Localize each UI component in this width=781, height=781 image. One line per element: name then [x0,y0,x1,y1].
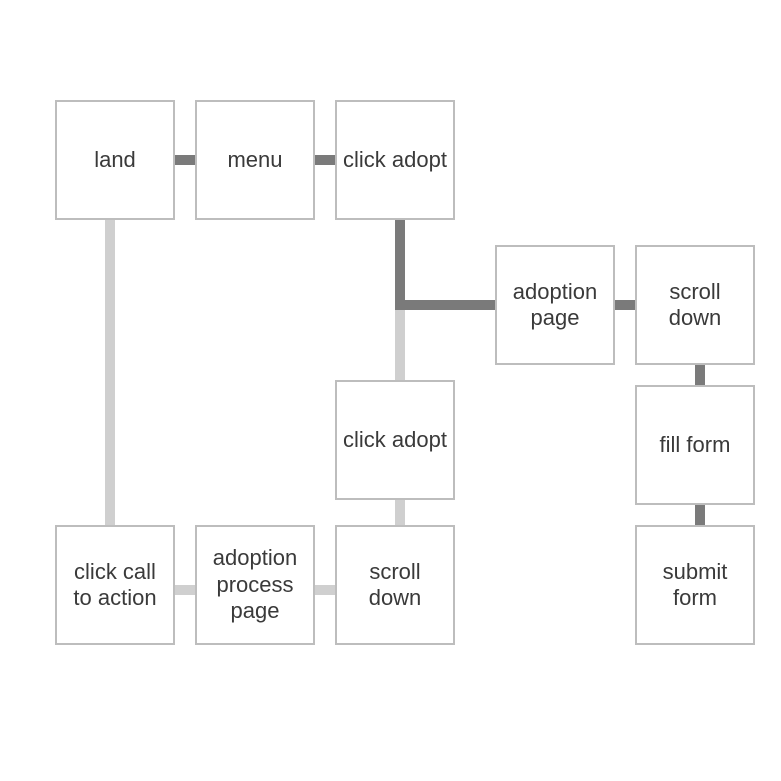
edge-clickadopt-adoptionpage-h [395,300,500,310]
node-label: fill form [660,432,731,458]
edge-land-cta [105,220,115,530]
edge-clickadopt-adoptionpage-v [395,220,405,310]
node-label: scroll down [643,279,747,332]
node-scroll-down-mid: scroll down [335,525,455,645]
node-label: scroll down [343,559,447,612]
node-label: adoption process page [203,545,307,624]
edge-branch-clickadopt-mid [395,310,405,380]
node-label: click adopt [343,427,447,453]
node-label: click adopt [343,147,447,173]
node-label: click call to action [63,559,167,612]
node-scroll-down-right: scroll down [635,245,755,365]
node-submit-form: submit form [635,525,755,645]
node-label: land [94,147,136,173]
node-label: adoption page [503,279,607,332]
node-label: submit form [643,559,747,612]
node-adoption-process-page: adoption process page [195,525,315,645]
node-fill-form: fill form [635,385,755,505]
node-click-adopt-top: click adopt [335,100,455,220]
flow-diagram: land menu click adopt adoption page scro… [0,0,781,781]
node-adoption-page: adoption page [495,245,615,365]
node-label: menu [227,147,282,173]
node-land: land [55,100,175,220]
node-click-cta: click call to action [55,525,175,645]
node-click-adopt-mid: click adopt [335,380,455,500]
node-menu: menu [195,100,315,220]
